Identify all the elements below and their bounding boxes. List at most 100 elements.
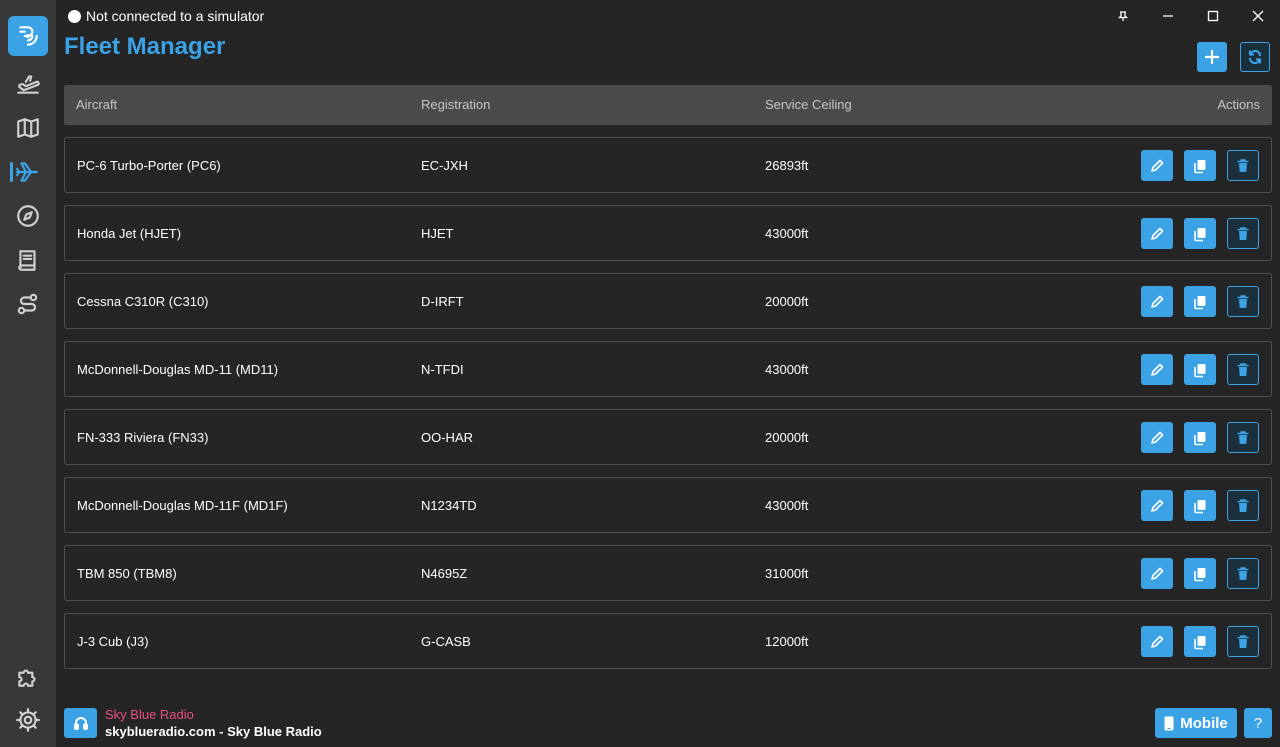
- sidebar-item-navigation[interactable]: [8, 196, 48, 236]
- close-button[interactable]: [1245, 4, 1271, 28]
- pencil-icon: [1151, 567, 1164, 580]
- registration: D-IRFT: [421, 294, 464, 309]
- pencil-icon: [1151, 363, 1164, 376]
- trash-icon: [1237, 226, 1249, 240]
- edit-button[interactable]: [1141, 218, 1173, 249]
- delete-button[interactable]: [1227, 218, 1259, 249]
- service-ceiling: 43000ft: [765, 498, 809, 513]
- sidebar-item-fleet[interactable]: [8, 152, 48, 192]
- delete-button[interactable]: [1227, 626, 1259, 657]
- duplicate-button[interactable]: [1184, 626, 1216, 657]
- close-icon: [1252, 10, 1264, 22]
- headphones-icon: [73, 717, 88, 730]
- duplicate-button[interactable]: [1184, 422, 1216, 453]
- delete-button[interactable]: [1227, 558, 1259, 589]
- status-dot-icon: [68, 9, 81, 23]
- registration: OO-HAR: [421, 430, 473, 445]
- registration: EC-JXH: [421, 158, 468, 173]
- puzzle-icon: [18, 669, 36, 687]
- departure-icon: [17, 75, 40, 94]
- pencil-icon: [1151, 295, 1164, 308]
- edit-button[interactable]: [1141, 422, 1173, 453]
- duplicate-button[interactable]: [1184, 150, 1216, 181]
- column-header-service-ceiling[interactable]: Service Ceiling: [765, 97, 852, 112]
- table-row: PC-6 Turbo-Porter (PC6) EC-JXH 26893ft: [64, 137, 1272, 193]
- mobile-button[interactable]: Mobile: [1155, 708, 1237, 738]
- edit-button[interactable]: [1141, 286, 1173, 317]
- add-aircraft-button[interactable]: [1197, 42, 1227, 72]
- delete-button[interactable]: [1227, 286, 1259, 317]
- delete-button[interactable]: [1227, 354, 1259, 385]
- column-header-actions: Actions: [1217, 97, 1260, 112]
- copy-icon: [1194, 567, 1206, 581]
- aircraft-name: McDonnell-Douglas MD-11F (MD1F): [77, 498, 288, 513]
- table-header: Aircraft Registration Service Ceiling Ac…: [64, 85, 1272, 125]
- delete-button[interactable]: [1227, 490, 1259, 521]
- refresh-button[interactable]: [1240, 42, 1270, 72]
- trash-icon: [1237, 634, 1249, 648]
- registration: N-TFDI: [421, 362, 464, 377]
- aircraft-name: J-3 Cub (J3): [77, 634, 149, 649]
- column-header-aircraft[interactable]: Aircraft: [76, 97, 117, 112]
- radio-station-name: Sky Blue Radio: [105, 707, 194, 722]
- copy-icon: [1194, 227, 1206, 241]
- delete-button[interactable]: [1227, 150, 1259, 181]
- sidebar-item-route[interactable]: [8, 284, 48, 324]
- sidebar: [0, 0, 56, 747]
- app-logo-button[interactable]: [8, 16, 48, 56]
- minimize-button[interactable]: [1155, 4, 1181, 28]
- help-button[interactable]: ?: [1244, 708, 1272, 738]
- table-row: Honda Jet (HJET) HJET 43000ft: [64, 205, 1272, 261]
- service-ceiling: 43000ft: [765, 226, 809, 241]
- edit-button[interactable]: [1141, 490, 1173, 521]
- pencil-icon: [1151, 159, 1164, 172]
- edit-button[interactable]: [1141, 626, 1173, 657]
- sidebar-item-settings[interactable]: [8, 700, 48, 740]
- duplicate-button[interactable]: [1184, 558, 1216, 589]
- column-header-registration[interactable]: Registration: [421, 97, 490, 112]
- copy-icon: [1194, 635, 1206, 649]
- edit-button[interactable]: [1141, 558, 1173, 589]
- mobile-phone-icon: [1164, 716, 1174, 730]
- copy-icon: [1194, 295, 1206, 309]
- aircraft-name: McDonnell-Douglas MD-11 (MD11): [77, 362, 279, 377]
- pencil-icon: [1151, 227, 1164, 240]
- duplicate-button[interactable]: [1184, 286, 1216, 317]
- trash-icon: [1237, 294, 1249, 308]
- table-row: Cessna C310R (C310) D-IRFT 20000ft: [64, 273, 1272, 329]
- book-icon: [18, 250, 36, 271]
- sidebar-item-addons[interactable]: [8, 656, 48, 696]
- pin-button[interactable]: [1110, 4, 1136, 28]
- table-row: TBM 850 (TBM8) N4695Z 31000ft: [64, 545, 1272, 601]
- airplane-icon: [16, 162, 38, 182]
- pencil-icon: [1151, 635, 1164, 648]
- pencil-icon: [1151, 431, 1164, 444]
- duplicate-button[interactable]: [1184, 354, 1216, 385]
- delete-button[interactable]: [1227, 422, 1259, 453]
- duplicate-button[interactable]: [1184, 490, 1216, 521]
- plus-icon: [1204, 49, 1220, 65]
- duplicate-button[interactable]: [1184, 218, 1216, 249]
- trash-icon: [1237, 158, 1249, 172]
- sidebar-item-map[interactable]: [8, 108, 48, 148]
- sidebar-item-logbook[interactable]: [8, 240, 48, 280]
- edit-button[interactable]: [1141, 150, 1173, 181]
- trash-icon: [1237, 362, 1249, 376]
- trash-icon: [1237, 566, 1249, 580]
- service-ceiling: 20000ft: [765, 430, 809, 445]
- page-title: Fleet Manager: [64, 33, 226, 60]
- maximize-button[interactable]: [1200, 4, 1226, 28]
- sidebar-item-departures[interactable]: [8, 64, 48, 104]
- aircraft-name: Honda Jet (HJET): [77, 226, 182, 241]
- registration: N4695Z: [421, 566, 468, 581]
- settings-icon: [16, 708, 40, 732]
- table-row: J-3 Cub (J3) G-CASB 12000ft: [64, 613, 1272, 669]
- registration: N1234TD: [421, 498, 477, 513]
- compass-icon: [17, 205, 39, 227]
- aircraft-name: FN-333 Riviera (FN33): [77, 430, 209, 445]
- radio-now-playing: skyblueradio.com - Sky Blue Radio: [105, 724, 322, 739]
- radio-player-button[interactable]: [64, 708, 97, 738]
- copy-icon: [1194, 499, 1206, 513]
- edit-button[interactable]: [1141, 354, 1173, 385]
- route-icon: [17, 293, 38, 315]
